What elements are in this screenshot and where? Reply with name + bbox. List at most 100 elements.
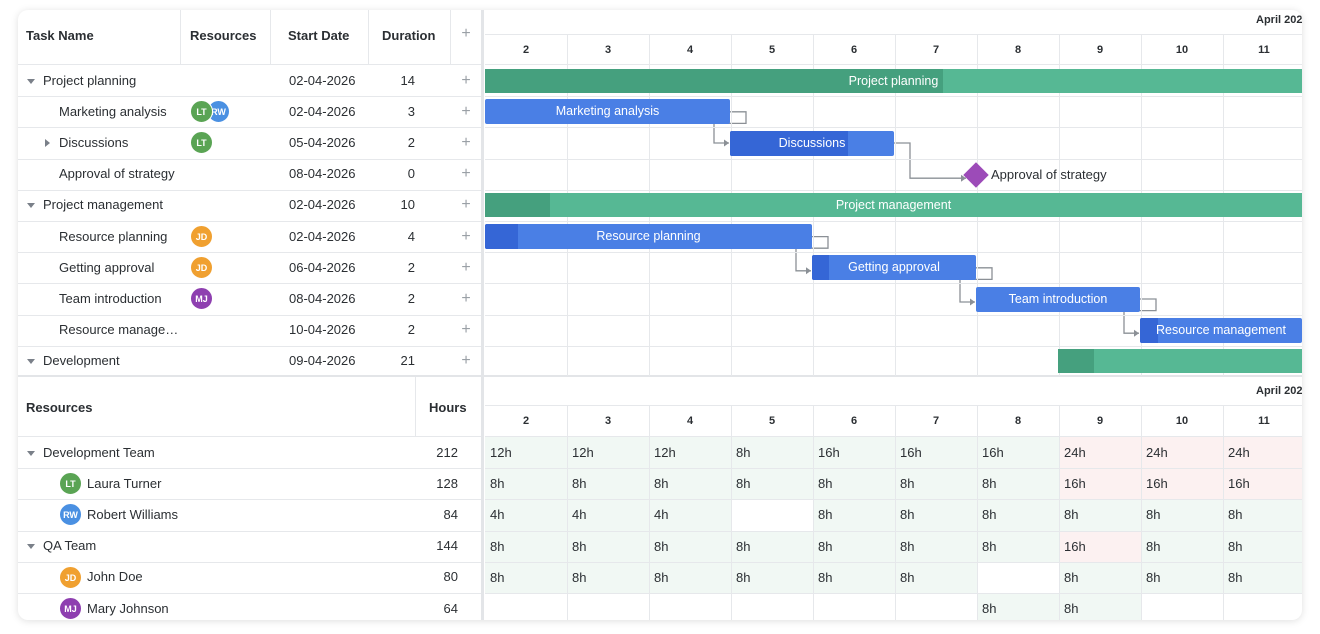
collapse-chevron-icon[interactable] — [27, 203, 35, 209]
resource-load-value: 8h — [490, 538, 505, 554]
resource-load-value: 8h — [654, 538, 669, 554]
assignee-avatar[interactable]: LT — [190, 131, 213, 155]
add-subtask-plus-icon[interactable]: + — [458, 103, 474, 120]
task-start-date: 02-04-2026 — [289, 103, 356, 119]
resource-timeline-day-divider — [649, 406, 650, 620]
resource-load-value: 8h — [1146, 507, 1161, 523]
task-bar[interactable]: Marketing analysis — [485, 99, 730, 125]
resource-load-value: 8h — [1228, 538, 1243, 554]
add-subtask-plus-icon[interactable]: + — [458, 353, 474, 369]
column-header-task-name[interactable]: Task Name — [26, 28, 94, 43]
resource-load-cell[interactable] — [813, 593, 895, 620]
milestone-diamond[interactable] — [963, 161, 989, 188]
task-row[interactable]: Resource manage… 10-04-2026 2 + — [18, 315, 481, 346]
resource-load-value: 16h — [1146, 476, 1168, 492]
task-bar[interactable]: Resource planning — [485, 224, 812, 250]
expand-chevron-icon[interactable] — [45, 138, 50, 147]
vertical-splitter[interactable] — [481, 10, 484, 620]
add-subtask-plus-icon[interactable]: + — [458, 228, 474, 245]
bar-label: Project management — [835, 198, 952, 213]
resource-load-cell[interactable] — [977, 562, 1059, 593]
resource-timeline-month-divider — [485, 405, 1302, 406]
resource-timeline-day-label: 8 — [1014, 415, 1022, 427]
summary-bar[interactable]: Project planning — [485, 68, 1302, 93]
resource-row[interactable]: LT Laura Turner 128 — [18, 468, 481, 499]
column-header-resources-list[interactable]: Resources — [26, 400, 92, 415]
resource-timeline-day-label: 11 — [1258, 415, 1270, 427]
task-start-date: 02-04-2026 — [289, 72, 356, 88]
resource-load-cell[interactable] — [567, 593, 649, 620]
resource-hours: 128 — [436, 475, 458, 491]
collapse-chevron-icon[interactable] — [27, 78, 35, 84]
resource-row[interactable]: MJ Mary Johnson 64 — [18, 593, 481, 620]
task-row[interactable]: Approval of strategy 08-04-2026 0 + — [18, 159, 481, 190]
task-start-date: 05-04-2026 — [289, 134, 356, 150]
resource-load-cell[interactable] — [895, 593, 977, 620]
task-row[interactable]: Project management 02-04-2026 10 + — [18, 190, 481, 221]
collapse-chevron-icon[interactable] — [27, 359, 35, 365]
collapse-chevron-icon[interactable] — [27, 450, 35, 456]
resource-load-value: 8h — [654, 569, 669, 585]
dependency-arrow-head — [1134, 329, 1139, 337]
resource-load-cell[interactable] — [731, 593, 813, 620]
timeline-day-label: 3 — [604, 44, 612, 56]
add-column-plus-icon[interactable]: + — [458, 26, 474, 42]
task-row[interactable]: Team introduction MJ 08-04-2026 2 + — [18, 283, 481, 314]
column-header-hours[interactable]: Hours — [429, 400, 467, 415]
add-subtask-plus-icon[interactable]: + — [458, 322, 474, 338]
task-start-date: 06-04-2026 — [289, 259, 356, 275]
dependency-arrow-head — [724, 139, 729, 147]
dependency-arrow-head — [970, 298, 975, 306]
task-bar[interactable]: Getting approval — [812, 255, 976, 281]
task-duration: 14 — [400, 72, 415, 88]
resource-row[interactable]: RW Robert Williams 84 — [18, 499, 481, 530]
resource-load-cell[interactable] — [1141, 593, 1223, 620]
summary-bar[interactable]: Project management — [485, 193, 1302, 218]
add-subtask-plus-icon[interactable]: + — [458, 197, 474, 213]
resource-load-cell[interactable] — [649, 593, 731, 620]
dependency-link[interactable] — [894, 142, 966, 179]
assignee-avatar[interactable]: MJ — [190, 287, 213, 311]
collapse-chevron-icon[interactable] — [27, 544, 35, 550]
add-subtask-plus-icon[interactable]: + — [458, 259, 474, 276]
add-subtask-plus-icon[interactable]: + — [458, 134, 474, 151]
resource-row[interactable]: QA Team 144 — [18, 531, 481, 562]
resource-row[interactable]: Development Team 212 — [18, 437, 481, 468]
add-subtask-plus-icon[interactable]: + — [458, 72, 474, 89]
resource-load-value: 24h — [1146, 445, 1168, 460]
task-row[interactable]: Marketing analysis LT RW 02-04-2026 3 + — [18, 96, 481, 127]
assignee-avatar[interactable]: JD — [190, 225, 213, 249]
progress-fill — [812, 255, 829, 281]
assignee-avatar[interactable]: LT — [190, 100, 213, 124]
resource-avatar: MJ — [59, 597, 82, 620]
resource-timeline-day-divider — [895, 406, 896, 620]
task-row[interactable]: Resource planning JD 02-04-2026 4 + — [18, 221, 481, 252]
task-row[interactable]: Development 09-04-2026 21 + — [18, 346, 481, 377]
add-subtask-plus-icon[interactable]: + — [458, 166, 474, 182]
add-subtask-plus-icon[interactable]: + — [458, 290, 474, 307]
task-row[interactable]: Getting approval JD 06-04-2026 2 + — [18, 252, 481, 283]
task-bar[interactable]: Team introduction — [976, 286, 1140, 312]
resource-avatar: RW — [59, 503, 82, 527]
resource-load-cell[interactable] — [485, 593, 567, 620]
task-row[interactable]: Discussions LT 05-04-2026 2 + — [18, 127, 481, 158]
resource-load-cell[interactable] — [1223, 593, 1302, 620]
resource-row[interactable]: JD John Doe 80 — [18, 562, 481, 593]
column-header-duration[interactable]: Duration — [382, 28, 435, 43]
column-header-resources[interactable]: Resources — [190, 28, 256, 43]
resource-load-cell[interactable] — [731, 499, 813, 530]
column-header-start-date[interactable]: Start Date — [288, 28, 349, 43]
summary-bar[interactable] — [1058, 349, 1302, 374]
task-start-date: 02-04-2026 — [289, 228, 356, 244]
grid-column-divider — [180, 10, 181, 65]
resource-load-value: 8h — [736, 445, 751, 460]
timeline-day-label: 9 — [1096, 44, 1104, 56]
task-name: Development — [43, 353, 120, 369]
task-row[interactable]: Project planning 02-04-2026 14 + — [18, 65, 481, 96]
task-name: Getting approval — [59, 259, 155, 275]
progress-fill — [1058, 349, 1094, 374]
assignee-avatar[interactable]: JD — [190, 256, 213, 280]
task-bar[interactable]: Discussions — [730, 130, 894, 156]
resource-load-value: 24h — [1228, 445, 1250, 460]
task-bar[interactable]: Resource management — [1140, 317, 1302, 343]
